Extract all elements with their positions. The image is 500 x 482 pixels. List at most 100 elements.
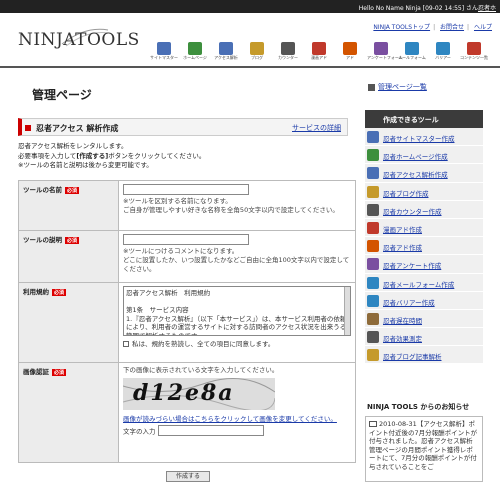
top-links: NINJA TOOLSトップ | お問合せ | ヘルプ <box>373 24 492 31</box>
tool-icon <box>367 167 379 180</box>
tool-icon <box>367 131 379 143</box>
tool-item-label: 忍者アンケート作成 <box>383 262 442 271</box>
header-divider <box>0 66 500 68</box>
tool-item-label: 忍者効果測定 <box>383 335 422 344</box>
tool-item[interactable]: 忍者ブログ記事解析 <box>365 346 483 365</box>
nav-icon-label: アクセス解析 <box>214 55 238 60</box>
nav-icon-label: サイトマスター <box>150 55 178 60</box>
tools-heading: 作成できるツール <box>365 110 483 128</box>
tool-item[interactable]: 忍者バリアー作成 <box>365 291 483 310</box>
nav-icon-3[interactable]: ブログ <box>243 42 271 64</box>
nav-icon-label: メールフォーム <box>398 55 426 60</box>
nav-icon-8[interactable]: メールフォーム <box>398 42 426 64</box>
tool-desc-input[interactable] <box>123 234 249 245</box>
create-form: ツールの名前 必須 ※ツールを区別する名前になります。 ご自身が管理しやすい好きな… <box>18 180 356 463</box>
tool-item[interactable]: 忍者アド作成 <box>365 237 483 256</box>
tool-icon <box>367 331 379 344</box>
terms-scrollbar[interactable] <box>344 287 350 335</box>
nav-icon-5[interactable]: 漫画アド <box>305 42 333 64</box>
intro-text: 忍者アクセス解析をレンタルします。 必要事項を入力して[作成する]ボタンをクリッ… <box>18 142 206 169</box>
nav-icon-label: ホームページ <box>183 55 207 60</box>
captcha-label: 画像認証 必須 <box>18 362 119 463</box>
nav-tool-icon <box>405 42 419 55</box>
nav-icons: サイトマスター ホームページ アクセス解析 ブログ カウンター 漫画アド アド アンケートフォ… <box>150 42 495 64</box>
nav-icon-4[interactable]: カウンター <box>274 42 302 64</box>
nav-icon-label: バリアー <box>435 55 451 60</box>
captcha-reload-link[interactable]: 画像が読みづらい場合はこちらをクリックして画像を変更してください。 <box>123 415 337 423</box>
nav-icon-0[interactable]: サイトマスター <box>150 42 178 64</box>
nav-icon-label: カウンター <box>278 55 298 60</box>
tool-item-label: 忍者ホームページ作成 <box>383 153 448 162</box>
top-link-home[interactable]: NINJA TOOLSトップ <box>373 24 430 31</box>
agree-row: 私は、規約を熟読し、全ての項目に同意します。 <box>123 338 351 348</box>
section-header: 忍者アクセス 解析作成 サービスの詳細 <box>18 118 348 136</box>
service-detail-link[interactable]: サービスの詳細 <box>292 123 341 133</box>
tool-item-label: 忍者メールフォーム作成 <box>383 280 455 289</box>
captcha-input[interactable] <box>157 425 264 436</box>
captcha-image: d12e8a <box>123 378 275 410</box>
nav-icon-label: コンテンツ一覧 <box>460 55 488 60</box>
nav-icon-2[interactable]: アクセス解析 <box>212 42 240 64</box>
nav-tool-icon <box>281 42 295 55</box>
user-link[interactable]: 忍者ホ <box>478 5 496 12</box>
list-icon <box>368 83 375 91</box>
nav-tool-icon <box>312 42 326 55</box>
nav-icon-9[interactable]: バリアー <box>429 42 457 64</box>
tool-item[interactable]: 忍者アクセス解析作成 <box>365 164 483 183</box>
mail-icon <box>369 421 377 427</box>
tool-item-label: 忍者カウンター作成 <box>383 207 442 216</box>
tool-icon <box>367 203 379 216</box>
name-label: ツールの名前 必須 <box>18 180 119 231</box>
logo[interactable]: NINJATOOLS <box>18 30 140 50</box>
nav-icon-label: アド <box>346 55 354 60</box>
nav-tool-icon <box>374 42 388 55</box>
tool-item-label: 忍者サイトマスター作成 <box>383 135 455 143</box>
nav-tool-icon <box>467 42 481 55</box>
greeting: Hello No Name Ninja [09-02 14:55] さん忍者ホ <box>358 5 496 12</box>
nav-tool-icon <box>436 42 450 55</box>
nav-tool-icon <box>188 42 202 55</box>
top-link-help[interactable]: ヘルプ <box>474 24 492 31</box>
tool-item[interactable]: 忍者遅在時間 <box>365 309 483 329</box>
create-button[interactable]: 作成する <box>166 471 210 482</box>
tool-icon <box>367 221 379 234</box>
top-link-contact[interactable]: お問合せ <box>440 24 464 31</box>
tool-icon <box>367 258 379 271</box>
nav-icon-7[interactable]: アンケートフォーム <box>367 42 403 64</box>
nav-tool-icon <box>157 42 171 55</box>
tool-name-input[interactable] <box>123 184 249 195</box>
tool-item[interactable]: 漫画アド作成 <box>365 218 483 238</box>
nav-icon-6[interactable]: アド <box>336 42 364 64</box>
tool-item[interactable]: 忍者効果測定 <box>365 328 483 347</box>
tool-item[interactable]: 忍者メールフォーム作成 <box>365 273 483 292</box>
tool-icon <box>367 312 379 325</box>
agree-checkbox[interactable] <box>123 341 129 347</box>
section-marker-icon <box>25 125 31 131</box>
top-bar: Hello No Name Ninja [09-02 14:55] さん忍者ホ <box>0 0 500 13</box>
tool-icon <box>367 185 379 198</box>
tool-icon <box>367 240 379 253</box>
tool-item-label: 忍者アクセス解析作成 <box>383 171 448 180</box>
tool-item-label: 忍者ブログ記事解析 <box>383 353 442 362</box>
nav-icon-10[interactable]: コンテンツ一覧 <box>460 42 488 64</box>
tool-item[interactable]: 忍者サイトマスター作成 <box>365 128 483 147</box>
terms-textarea[interactable]: 忍者アクセス解析 利用規約 第1条 サービス内容 1.『忍者アクセス解析』（以下… <box>123 286 351 336</box>
nav-tool-icon <box>250 42 264 55</box>
tool-icon <box>367 149 379 162</box>
tool-item-label: 漫画アド作成 <box>383 225 422 234</box>
news-heading: NINJA TOOLS からのお知らせ <box>367 403 470 411</box>
news-box: 2010-08-31【アクセス解析】ポイント付近後の7月分報酬ポイントが付与され… <box>365 416 483 482</box>
tool-item-label: 忍者バリアー作成 <box>383 298 435 307</box>
tool-item-label: 忍者遅在時間 <box>383 316 422 325</box>
mgmt-list-link[interactable]: 管理ページ一覧 <box>368 82 427 92</box>
terms-label: 利用規約 必須 <box>18 282 119 363</box>
tool-item-label: 忍者ブログ作成 <box>383 189 429 198</box>
tool-item[interactable]: 忍者ブログ作成 <box>365 182 483 201</box>
tool-item[interactable]: 忍者カウンター作成 <box>365 200 483 219</box>
tool-item[interactable]: 忍者ホームページ作成 <box>365 146 483 165</box>
nav-icon-label: 漫画アド <box>311 55 327 60</box>
nav-tool-icon <box>219 42 233 55</box>
tool-icon <box>367 276 379 289</box>
nav-icon-1[interactable]: ホームページ <box>181 42 209 64</box>
tool-item[interactable]: 忍者アンケート作成 <box>365 255 483 274</box>
